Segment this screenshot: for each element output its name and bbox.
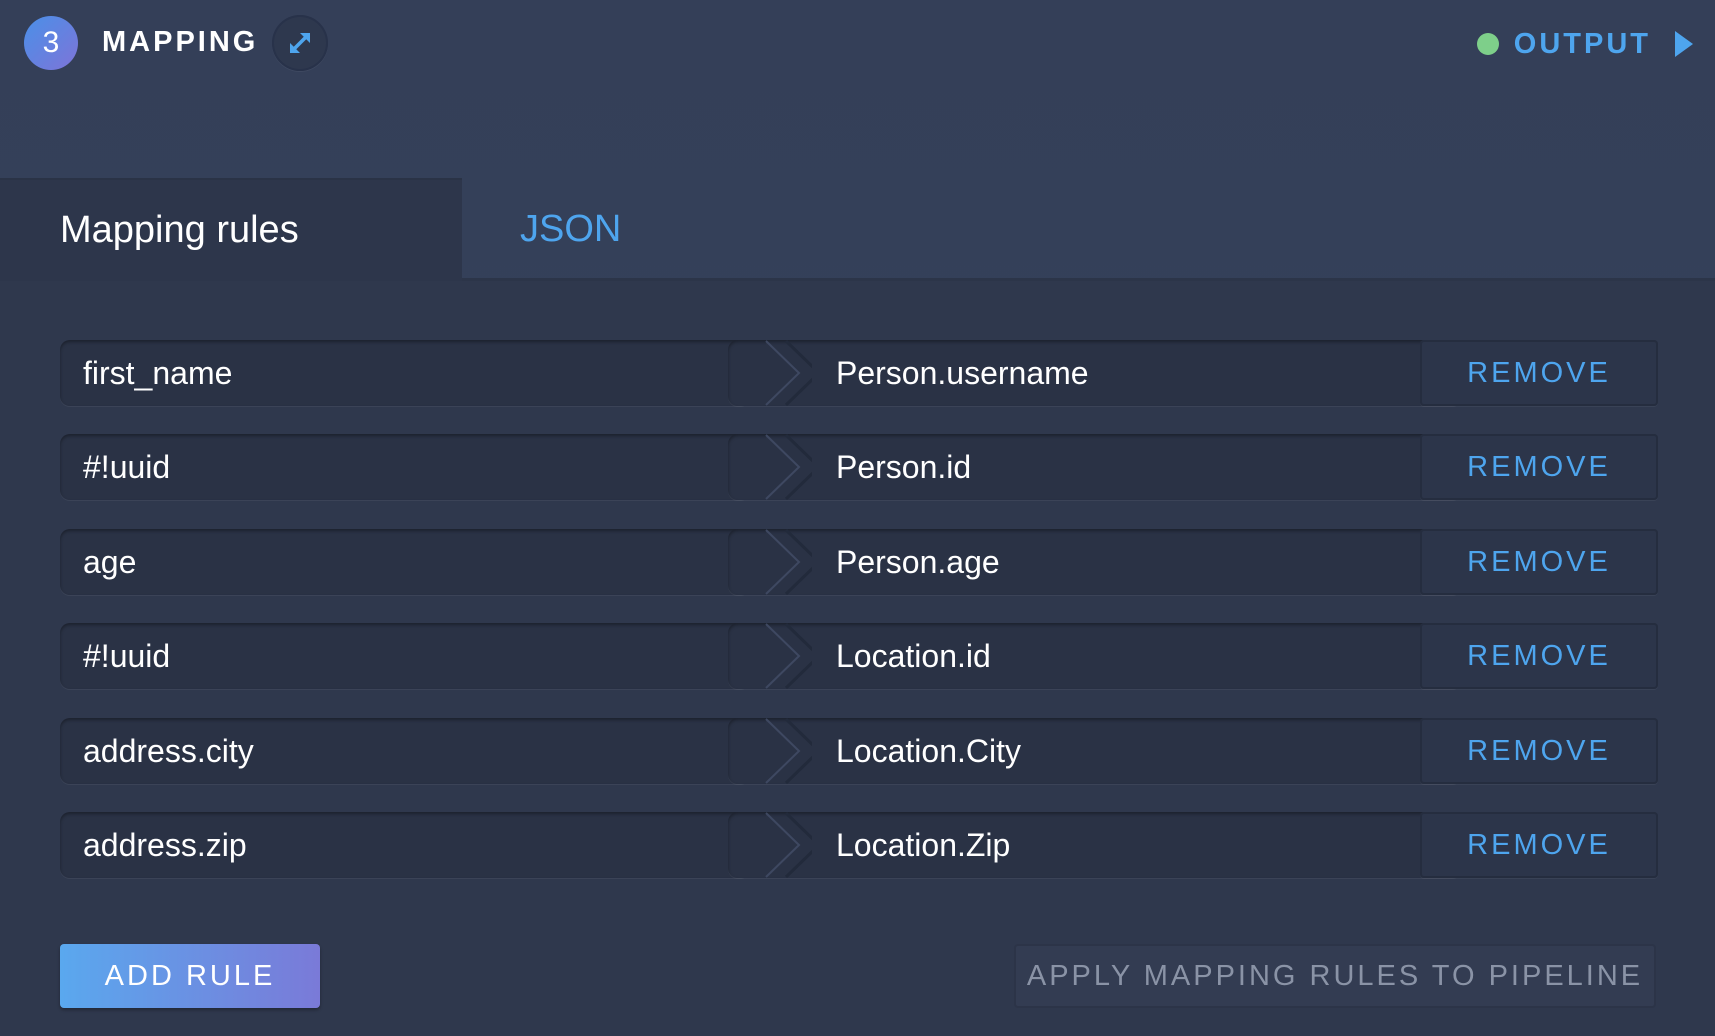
apply-mapping-button[interactable]: APPLY MAPPING RULES TO PIPELINE [1014,944,1656,1008]
source-field[interactable]: address.city [60,718,750,784]
status-indicator [1476,33,1499,55]
remove-button[interactable]: REMOVE [1420,718,1658,784]
tab-bar: Mapping rules JSON [0,178,1715,281]
target-field[interactable]: Person.age [728,529,1462,595]
target-field[interactable]: Person.id [728,434,1462,500]
remove-button[interactable]: REMOVE [1420,434,1658,500]
remove-button[interactable]: REMOVE [1420,340,1658,406]
remove-button[interactable]: REMOVE [1420,529,1658,595]
expand-button[interactable] [272,15,328,71]
mapping-rule-row: first_name Person.username REMOVE [60,340,1660,406]
mapping-rule-row: #!uuid Location.id REMOVE [60,623,1660,689]
source-field[interactable]: age [60,529,750,595]
remove-button[interactable]: REMOVE [1420,623,1658,689]
target-field[interactable]: Location.City [728,718,1462,784]
mapping-rule-row: address.zip Location.Zip REMOVE [60,812,1660,878]
mapping-header: 3 MAPPING OUTPUT [0,0,1715,90]
source-field[interactable]: #!uuid [60,623,750,689]
add-rule-button[interactable]: ADD RULE [60,944,320,1008]
step-number: 3 [42,26,60,59]
mapping-screen: 3 MAPPING OUTPUT Mapping rules JSON firs… [0,0,1715,1036]
section-title: MAPPING [102,26,259,58]
tab-mapping-rules[interactable]: Mapping rules [0,178,462,281]
source-field[interactable]: address.zip [60,812,750,878]
target-field[interactable]: Location.Zip [728,812,1462,878]
source-field[interactable]: #!uuid [60,434,750,500]
mapping-panel: Mapping rules JSON [0,178,1715,1036]
step-badge: 3 [24,16,78,70]
source-field[interactable]: first_name [60,340,750,406]
play-arrow-icon [1675,31,1693,57]
output-link[interactable]: OUTPUT [1476,22,1693,66]
tab-json[interactable]: JSON [462,178,662,281]
target-field[interactable]: Location.id [728,623,1462,689]
expand-arrows-icon [290,33,310,53]
mapping-rule-row: age Person.age REMOVE [60,529,1660,595]
remove-button[interactable]: REMOVE [1420,812,1658,878]
target-field[interactable]: Person.username [728,340,1462,406]
mapping-rule-row: address.city Location.City REMOVE [60,718,1660,784]
mapping-rule-row: #!uuid Person.id REMOVE [60,434,1660,500]
output-label: OUTPUT [1513,27,1651,60]
